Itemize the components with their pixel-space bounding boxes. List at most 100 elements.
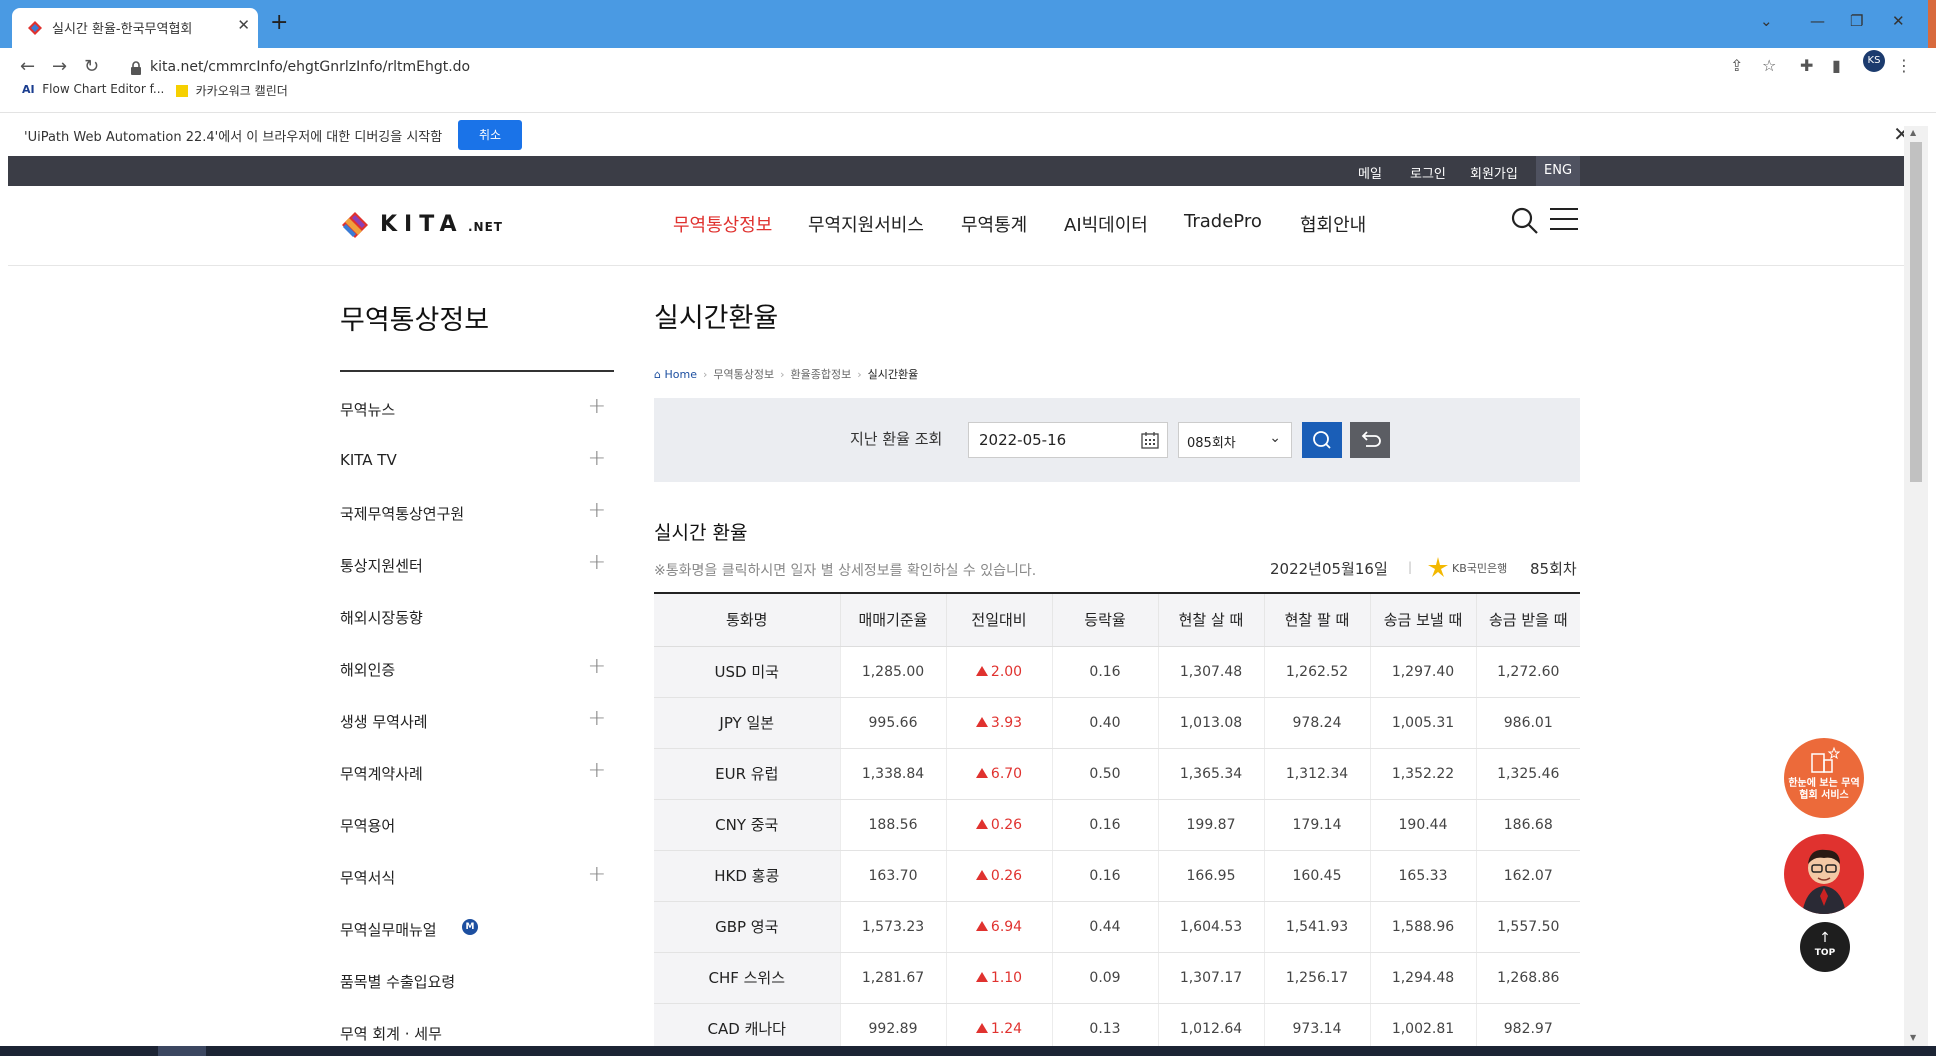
expand-plus-icon[interactable]: + [588,446,606,471]
sidebar-item[interactable]: 무역용어 [340,800,614,852]
menu-trade-info[interactable]: 무역통상정보 [673,211,772,237]
sidebar-item-label: 통상지원센터 [340,557,423,575]
tab-close-icon[interactable]: ✕ [237,16,250,34]
tab-search-icon[interactable]: ⌄ [1760,12,1773,30]
expand-plus-icon[interactable]: + [588,706,606,731]
sidebar-item[interactable]: 무역계약사례 + [340,748,614,800]
column-header: 통화명 [654,593,841,647]
expand-plus-icon[interactable]: + [588,550,606,575]
search-button[interactable] [1302,422,1342,458]
minimize-button[interactable]: — [1810,12,1825,30]
reload-icon[interactable]: ↻ [84,56,99,77]
calendar-icon[interactable] [1141,431,1159,449]
rate-cell: 179.14 [1264,799,1371,851]
scroll-top-button[interactable]: ↑ TOP [1800,922,1850,972]
close-window-button[interactable]: ✕ [1892,12,1905,30]
debug-infobar: 'UiPath Web Automation 22.4'에서 이 브라우저에 대… [0,112,1936,156]
rate-date: 2022년05월16일 [1270,560,1388,578]
menu-icon[interactable]: ⋮ [1896,56,1912,75]
breadcrumb-home[interactable]: ⌂ Home [654,368,697,381]
hamburger-menu-icon[interactable] [1550,208,1578,232]
rate-cell: 0.13 [1052,1003,1159,1046]
util-signup[interactable]: 회원가입 [1470,163,1518,182]
back-icon[interactable]: ← [20,56,35,77]
table-row: CAD 캐나다 992.89 1.24 0.13 1,012.64 973.14 1,002… [654,1003,1580,1046]
browser-tab[interactable]: 실시간 환율-한국무역협회 ✕ [12,8,258,48]
sidebar-item[interactable]: 무역서식 + [340,852,614,904]
currency-name-link[interactable]: CAD 캐나다 [654,1003,841,1046]
reset-button[interactable] [1350,422,1390,458]
date-input[interactable]: 2022-05-16 [968,422,1168,458]
scroll-up-icon[interactable]: ▲ [1910,128,1916,137]
sidebar-item[interactable]: 무역 회계 · 세무 [340,1008,614,1046]
page-scrollbar[interactable]: ▲ ▼ [1904,126,1928,1046]
util-english[interactable]: ENG [1536,156,1581,186]
sidebar-divider [340,370,614,372]
expand-plus-icon[interactable]: + [588,862,606,887]
change-cell: 3.93 [946,697,1053,749]
share-icon[interactable]: ⇪ [1730,56,1743,75]
profile-avatar[interactable]: KS [1863,50,1885,72]
util-login[interactable]: 로그인 [1410,163,1446,182]
currency-name-link[interactable]: CNY 중국 [654,799,841,851]
rate-search-panel: 지난 환율 조회 2022-05-16 085회차 ⌄ [654,398,1580,482]
table-body: USD 미국 1,285.00 2.00 0.16 1,307.48 1,262.52 1,… [654,646,1580,1046]
change-value: 1.24 [990,1020,1023,1037]
menu-trade-support[interactable]: 무역지원서비스 [808,211,924,237]
divider: | [1408,560,1413,574]
rate-cell: 0.09 [1052,952,1159,1004]
currency-name-link[interactable]: USD 미국 [654,646,841,698]
sidebar-item[interactable]: 통상지원센터 + [340,540,614,592]
scroll-down-icon[interactable]: ▼ [1910,1033,1916,1042]
breadcrumb-item[interactable]: 무역통상정보 [713,368,774,381]
kita-services-button[interactable]: 한눈에 보는 무역협회 서비스 [1784,738,1864,818]
currency-name-link[interactable]: GBP 영국 [654,901,841,953]
change-value: 2.00 [990,663,1023,680]
menu-ai-bigdata[interactable]: AI빅데이터 [1064,211,1148,237]
cancel-debug-button[interactable]: 취소 [458,120,522,150]
expand-plus-icon[interactable]: + [588,758,606,783]
currency-name-link[interactable]: JPY 일본 [654,697,841,749]
scrollbar-thumb[interactable] [1910,142,1922,482]
currency-name-link[interactable]: HKD 홍콩 [654,850,841,902]
sidepanel-icon[interactable]: ▮ [1832,56,1841,75]
sidebar-item[interactable]: 국제무역통상연구원 + [340,488,614,540]
kb-star-icon [1428,557,1448,577]
sidebar-item[interactable]: 무역실무매뉴얼 M [340,904,614,956]
new-tab-button[interactable]: + [270,10,288,35]
util-mail[interactable]: 메일 [1358,163,1382,182]
menu-tradepro[interactable]: TradePro [1184,211,1262,232]
rate-cell: 973.14 [1264,1003,1371,1046]
currency-name-link[interactable]: EUR 유럽 [654,748,841,800]
bookmark-star-icon[interactable]: ☆ [1762,56,1776,75]
menu-trade-stats[interactable]: 무역통계 [961,211,1027,237]
up-triangle-icon [975,1022,988,1033]
breadcrumb-item[interactable]: 환율종합정보 [791,368,852,381]
site-search-icon[interactable] [1510,206,1540,236]
column-header: 매매기준율 [840,593,947,647]
menu-about[interactable]: 협회안내 [1300,211,1366,237]
kita-logo[interactable]: KITA .NET [340,210,520,240]
extensions-icon[interactable]: ✚ [1800,56,1813,75]
sidebar-item[interactable]: 생생 무역사례 + [340,696,614,748]
sidebar-item[interactable]: 품목별 수출입요령 [340,956,614,1008]
change-cell: 1.24 [946,1003,1053,1046]
column-header: 현찰 살 때 [1158,593,1265,647]
expand-plus-icon[interactable]: + [588,394,606,419]
forward-icon[interactable]: → [52,56,67,77]
change-cell: 1.10 [946,952,1053,1004]
sidebar-item[interactable]: 해외시장동향 [340,592,614,644]
bookmark-flowchart[interactable]: AI Flow Chart Editor f... [22,82,164,96]
sidebar-item[interactable]: KITA TV + [340,436,614,488]
bookmark-kakaowork[interactable]: 카카오워크 캘린더 [176,82,288,99]
chatbot-button[interactable] [1784,834,1864,914]
currency-name-link[interactable]: CHF 스위스 [654,952,841,1004]
expand-plus-icon[interactable]: + [588,498,606,523]
expand-plus-icon[interactable]: + [588,654,606,679]
round-select[interactable]: 085회차 ⌄ [1178,422,1292,458]
sidebar-item[interactable]: 해외인증 + [340,644,614,696]
address-bar[interactable]: kita.net/cmmrcInfo/ehgtGnrlzInfo/rltmEhg… [118,54,1778,84]
restore-button[interactable]: ❐ [1850,12,1863,30]
breadcrumb: ⌂ Home › 무역통상정보 › 환율종합정보 › 실시간환율 [654,368,919,381]
sidebar-item[interactable]: 무역뉴스 + [340,384,614,436]
